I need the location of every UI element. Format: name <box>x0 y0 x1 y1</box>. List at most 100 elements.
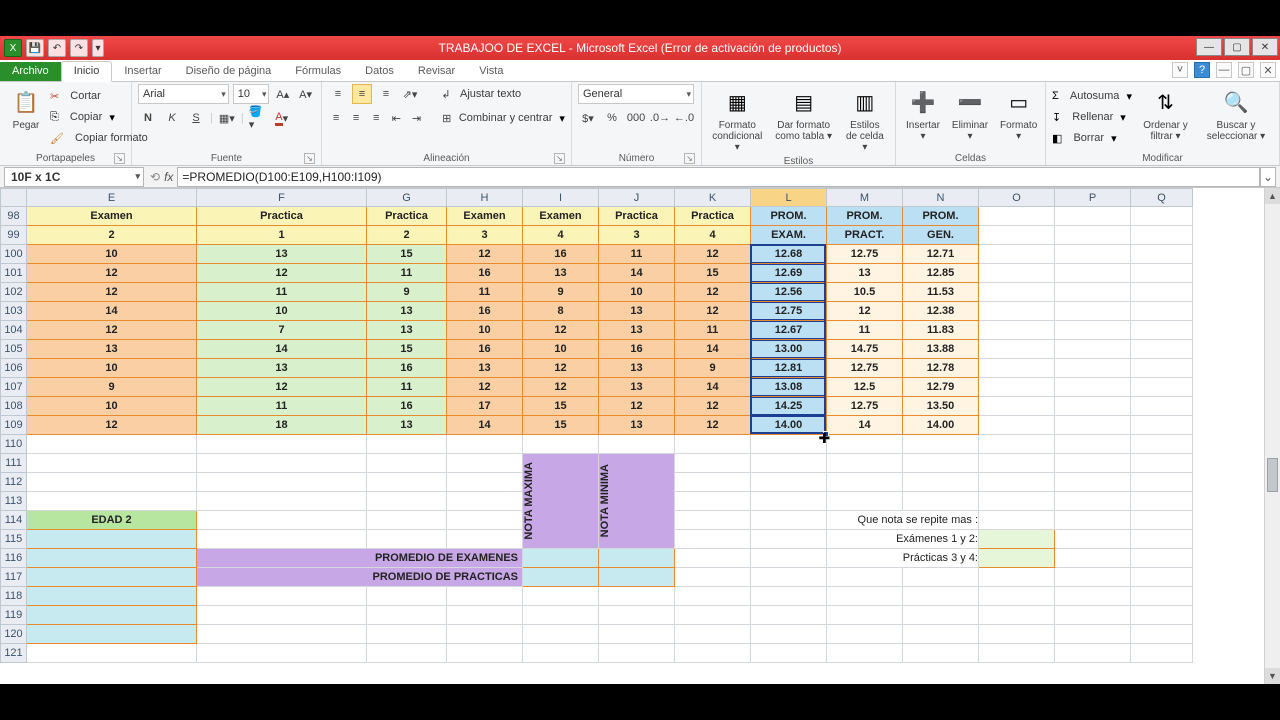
data-cell[interactable]: 16 <box>523 245 599 264</box>
cell[interactable] <box>827 454 903 473</box>
cell[interactable] <box>197 435 367 454</box>
data-cell[interactable]: 11.83 <box>903 321 979 340</box>
cell[interactable] <box>197 473 367 492</box>
data-cell[interactable]: 10 <box>599 283 675 302</box>
data-cell[interactable]: 9 <box>675 359 751 378</box>
cell[interactable] <box>751 473 827 492</box>
data-cell[interactable]: 12 <box>675 302 751 321</box>
data-cell[interactable] <box>979 245 1055 264</box>
align-middle-button[interactable]: ≡ <box>352 84 372 104</box>
minimize-button[interactable]: — <box>1196 38 1222 56</box>
data-cell[interactable]: 13.08 <box>751 378 827 397</box>
header-cell[interactable]: PROM. <box>827 207 903 226</box>
row-header-104[interactable]: 104 <box>1 321 27 340</box>
data-cell[interactable]: 11 <box>197 397 367 416</box>
row-header-110[interactable]: 110 <box>1 435 27 454</box>
cell[interactable] <box>599 587 675 606</box>
tab-formulas[interactable]: Fórmulas <box>283 62 353 81</box>
wrap-text-button[interactable]: Ajustar texto <box>460 88 521 100</box>
data-cell[interactable]: 12.38 <box>903 302 979 321</box>
row-header-101[interactable]: 101 <box>1 264 27 283</box>
cell[interactable] <box>27 454 197 473</box>
cell[interactable] <box>979 625 1055 644</box>
data-cell[interactable] <box>1131 283 1193 302</box>
cell[interactable] <box>1055 530 1131 549</box>
data-cell[interactable]: 13.00 <box>751 340 827 359</box>
data-cell[interactable] <box>1055 321 1131 340</box>
col-header-G[interactable]: G <box>367 189 447 207</box>
data-cell[interactable]: 15 <box>523 416 599 435</box>
name-box[interactable]: 10F x 1C <box>4 167 144 187</box>
conditional-format-button[interactable]: ▦Formato condicional ▾ <box>708 84 767 155</box>
clipboard-dialog-launcher[interactable]: ↘ <box>114 153 125 164</box>
data-cell[interactable] <box>1055 245 1131 264</box>
data-cell[interactable]: 10 <box>523 340 599 359</box>
cell[interactable] <box>675 511 751 530</box>
cell[interactable] <box>751 530 827 549</box>
cell[interactable] <box>599 435 675 454</box>
data-cell[interactable] <box>1131 340 1193 359</box>
data-cell[interactable]: 14.25 <box>751 397 827 416</box>
cell[interactable] <box>1055 511 1131 530</box>
cell[interactable]: NOTA MINIMA <box>599 454 675 549</box>
row-header-111[interactable]: 111 <box>1 454 27 473</box>
cell[interactable] <box>751 549 827 568</box>
vertical-scrollbar[interactable]: ▲ ▼ <box>1264 188 1280 684</box>
doc-restore-icon[interactable]: ▢ <box>1238 62 1254 78</box>
cell[interactable] <box>675 587 751 606</box>
data-cell[interactable] <box>979 283 1055 302</box>
cell[interactable] <box>1055 435 1131 454</box>
cell[interactable] <box>599 625 675 644</box>
cell[interactable]: EDAD 2 <box>27 511 197 530</box>
data-cell[interactable] <box>1131 359 1193 378</box>
cell[interactable] <box>197 625 367 644</box>
cell[interactable] <box>751 492 827 511</box>
cell[interactable] <box>827 644 903 663</box>
tab-file[interactable]: Archivo <box>0 62 61 81</box>
row-header-119[interactable]: 119 <box>1 606 27 625</box>
header-cell[interactable]: Practica <box>599 207 675 226</box>
data-cell[interactable] <box>1131 302 1193 321</box>
header-cell[interactable]: 2 <box>27 226 197 245</box>
data-cell[interactable] <box>979 359 1055 378</box>
align-left-button[interactable]: ≡ <box>328 108 344 128</box>
cell[interactable] <box>27 492 197 511</box>
cell[interactable] <box>367 587 447 606</box>
cell[interactable] <box>1131 587 1193 606</box>
cell[interactable] <box>675 606 751 625</box>
comma-button[interactable]: 000 <box>626 108 646 128</box>
data-cell[interactable] <box>979 340 1055 359</box>
data-cell[interactable]: 14 <box>27 302 197 321</box>
data-cell[interactable]: 12 <box>523 378 599 397</box>
col-header-I[interactable]: I <box>523 189 599 207</box>
cell[interactable] <box>675 435 751 454</box>
cell[interactable] <box>903 644 979 663</box>
header-cell[interactable]: Practica <box>367 207 447 226</box>
cell[interactable] <box>27 625 197 644</box>
font-size-selector[interactable]: 10 <box>233 84 270 104</box>
decrease-decimal-button[interactable]: ←.0 <box>674 108 694 128</box>
cell[interactable] <box>675 473 751 492</box>
copy-button[interactable]: Copiar <box>70 111 102 123</box>
cell[interactable] <box>447 644 523 663</box>
fill-button[interactable]: Rellenar <box>1072 111 1113 123</box>
data-cell[interactable]: 12.75 <box>827 397 903 416</box>
data-cell[interactable]: 8 <box>523 302 599 321</box>
col-header-Q[interactable]: Q <box>1131 189 1193 207</box>
cell[interactable] <box>27 530 197 549</box>
close-button[interactable]: ✕ <box>1252 38 1278 56</box>
cell[interactable] <box>903 473 979 492</box>
maximize-button[interactable]: ▢ <box>1224 38 1250 56</box>
data-cell[interactable]: 14 <box>197 340 367 359</box>
cut-button[interactable]: Cortar <box>70 90 101 102</box>
row-header-105[interactable]: 105 <box>1 340 27 359</box>
data-cell[interactable]: 12 <box>523 321 599 340</box>
font-dialog-launcher[interactable]: ↘ <box>304 153 315 164</box>
cell[interactable]: PROMEDIO DE PRACTICAS <box>197 568 523 587</box>
cell[interactable] <box>827 473 903 492</box>
cell[interactable] <box>827 568 903 587</box>
cell[interactable] <box>979 473 1055 492</box>
tab-datos[interactable]: Datos <box>353 62 406 81</box>
cell[interactable] <box>447 511 523 530</box>
data-cell[interactable]: 16 <box>367 359 447 378</box>
